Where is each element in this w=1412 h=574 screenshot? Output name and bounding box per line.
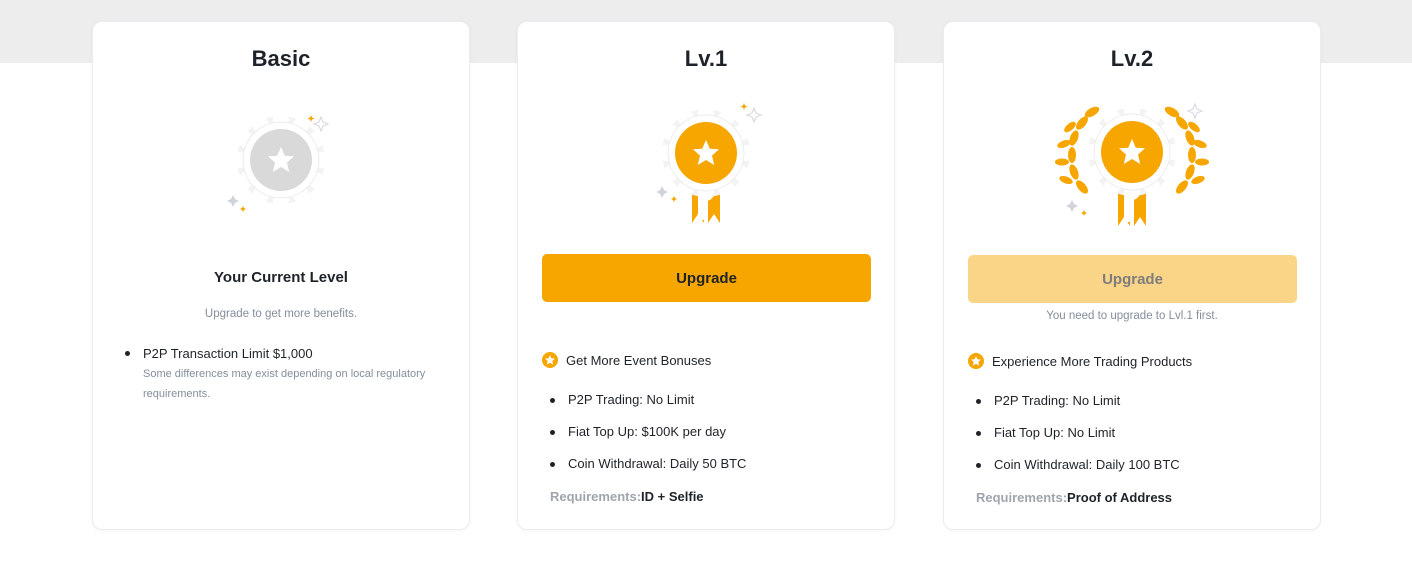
list-item: P2P Transaction Limit $1,000 Some differ… (123, 345, 458, 404)
card-title: Lv.2 (1110, 46, 1154, 71)
card-title: Basic (251, 46, 311, 71)
card-title: Lv.1 (684, 46, 728, 71)
requirements: Requirements:ID + Selfie (550, 489, 704, 504)
requirements-value: ID + Selfie (641, 489, 704, 504)
limit-list: P2P Transaction Limit $1,000 Some differ… (123, 345, 458, 404)
benefit-row: Experience More Trading Products (968, 353, 1192, 369)
limit-text: P2P Transaction Limit $1,000 (143, 346, 313, 361)
limit-note: Some differences may exist depending on … (143, 368, 426, 400)
level-card-basic: Basic Your Current Level Upgrade to get … (92, 21, 470, 530)
list-item: Coin Withdrawal: Daily 100 BTC (976, 449, 1180, 481)
laurel-gold-medal-icon (944, 92, 1320, 232)
feature-list: P2P Trading: No Limit Fiat Top Up: $100K… (550, 384, 746, 480)
star-circle-icon (968, 353, 984, 369)
requirements-value: Proof of Address (1067, 490, 1173, 505)
feature-list: P2P Trading: No Limit Fiat Top Up: No Li… (976, 385, 1180, 481)
list-item: Fiat Top Up: No Limit (976, 417, 1180, 449)
upgrade-prerequisite-hint: You need to upgrade to Lvl.1 first. (1046, 310, 1218, 322)
upgrade-hint: Upgrade to get more benefits. (204, 308, 358, 320)
list-item: P2P Trading: No Limit (550, 384, 746, 416)
gold-ribbon-medal-icon (518, 98, 894, 238)
upgrade-button-lv1[interactable]: Upgrade (542, 254, 871, 302)
requirements-label: Requirements: (550, 489, 642, 504)
requirements: Requirements:Proof of Address (976, 490, 1172, 505)
benefit-text: Experience More Trading Products (992, 353, 1193, 369)
list-item: Coin Withdrawal: Daily 50 BTC (550, 448, 746, 480)
star-circle-icon (542, 352, 558, 368)
benefit-text: Get More Event Bonuses (566, 352, 712, 368)
current-level-label: Your Current Level (214, 269, 348, 286)
requirements-label: Requirements: (976, 490, 1068, 505)
list-item: Fiat Top Up: $100K per day (550, 416, 746, 448)
list-item: P2P Trading: No Limit (976, 385, 1180, 417)
level-card-lv2: Lv.2 Upgrade You need to upgrade to Lvl.… (943, 21, 1321, 530)
upgrade-button-lv2[interactable]: Upgrade (968, 255, 1297, 303)
silver-star-medal-icon (93, 107, 469, 247)
level-card-lv1: Lv.1 Upgrade Get More Event Bonuses P2P … (517, 21, 895, 530)
benefit-row: Get More Event Bonuses (542, 352, 711, 368)
